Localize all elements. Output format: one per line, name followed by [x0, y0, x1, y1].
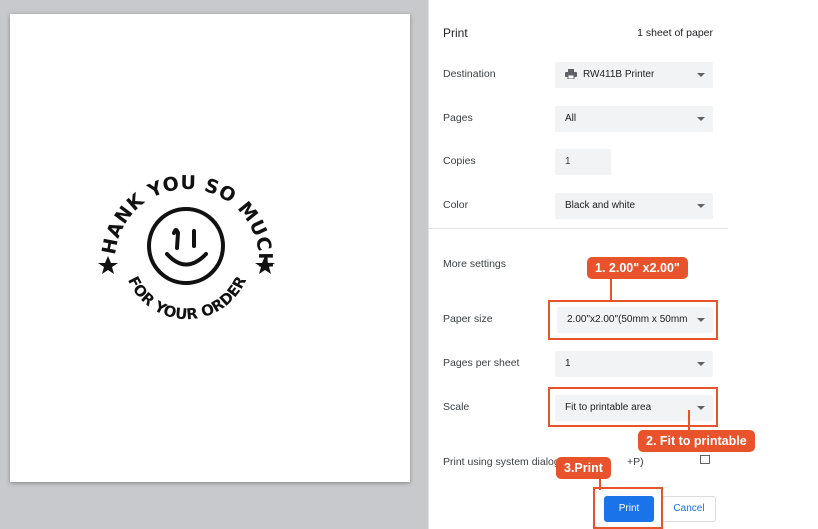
- open-external-icon[interactable]: [700, 455, 710, 464]
- copies-input[interactable]: 1: [555, 149, 611, 175]
- pages-value: All: [565, 113, 577, 124]
- chevron-down-icon: [697, 204, 705, 208]
- paper-size-label: Paper size: [443, 313, 493, 325]
- thank-you-stamp-image: THANK YOU SO MUCH FOR YOUR ORDER: [93, 153, 276, 324]
- callout-pointer: [599, 478, 601, 490]
- chevron-down-icon: [697, 73, 705, 77]
- chevron-down-icon: [697, 117, 705, 121]
- system-dialog-link[interactable]: Print using system dialog: [443, 456, 560, 468]
- step2-callout: 2. Fit to printable: [638, 430, 755, 452]
- chevron-down-icon: [697, 362, 705, 366]
- preview-page: THANK YOU SO MUCH FOR YOUR ORDER: [10, 14, 410, 482]
- paper-size-highlight: [548, 300, 718, 340]
- destination-value: RW411B Printer: [583, 69, 655, 80]
- scale-highlight: [548, 387, 718, 427]
- copies-label: Copies: [443, 155, 476, 167]
- print-title: Print: [443, 26, 468, 40]
- svg-text:FOR YOUR ORDER: FOR YOUR ORDER: [124, 273, 250, 324]
- step3-callout: 3.Print: [556, 457, 611, 479]
- pages-label: Pages: [443, 112, 473, 124]
- stamp-bottom-text: FOR YOUR ORDER: [124, 273, 250, 324]
- pages-per-sheet-label: Pages per sheet: [443, 357, 520, 369]
- color-label: Color: [443, 199, 469, 211]
- printer-icon: [565, 69, 577, 80]
- destination-select[interactable]: RW411B Printer: [555, 62, 713, 88]
- pages-per-sheet-select[interactable]: 1: [555, 351, 713, 377]
- scale-label: Scale: [443, 401, 470, 413]
- callout-pointer: [688, 410, 690, 430]
- callout-pointer: [610, 278, 612, 300]
- pages-per-sheet-value: 1: [565, 358, 571, 369]
- sheet-count: 1 sheet of paper: [637, 27, 713, 39]
- step1-callout: 1. 2.00" x2.00": [587, 257, 688, 279]
- color-value: Black and white: [565, 200, 636, 211]
- destination-label: Destination: [443, 68, 496, 80]
- settings-divider: [428, 228, 728, 229]
- print-button-highlight: [593, 487, 663, 529]
- print-preview-area: THANK YOU SO MUCH FOR YOUR ORDER: [0, 0, 428, 529]
- system-dialog-shortcut: +P): [627, 456, 644, 468]
- cancel-button[interactable]: Cancel: [662, 496, 716, 522]
- more-settings-toggle[interactable]: More settings: [443, 258, 506, 270]
- pages-select[interactable]: All: [555, 106, 713, 132]
- color-select[interactable]: Black and white: [555, 193, 713, 219]
